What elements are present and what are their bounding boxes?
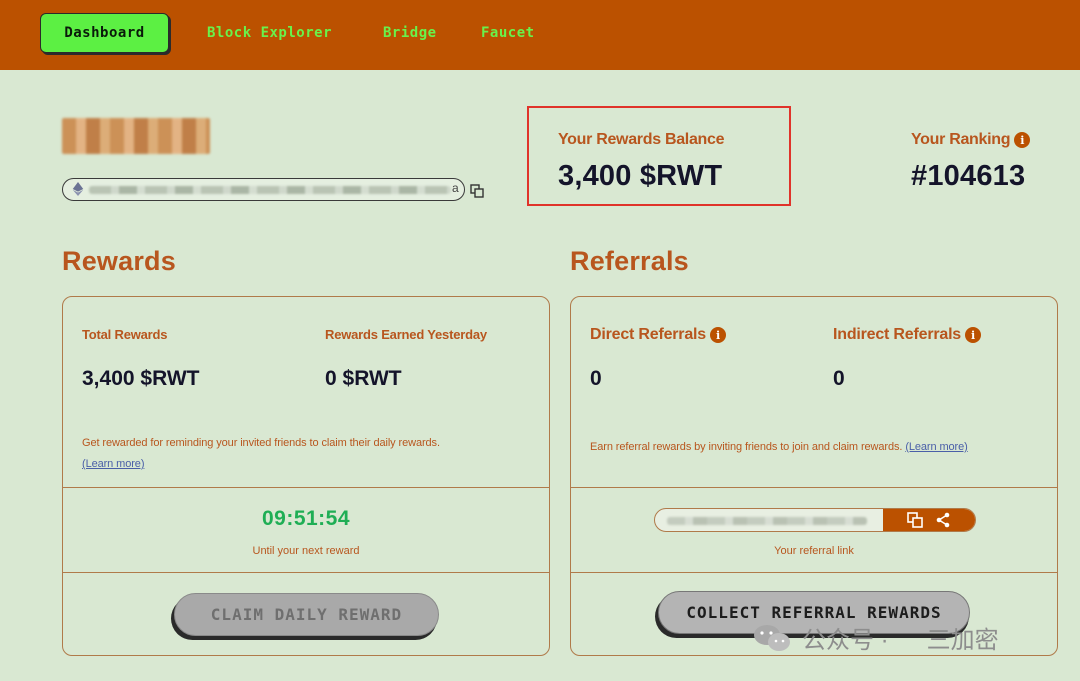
rewards-learn-more-link[interactable]: (Learn more) [82,458,144,470]
ethereum-icon [72,182,84,196]
direct-referrals-label-group: Direct Referrals i [590,326,726,344]
wallet-address-pill: a [62,178,465,201]
wechat-watermark: 公众号 · 三加密 [752,620,999,655]
total-rewards-value: 3,400 $RWT [82,367,200,390]
copy-icon[interactable] [907,512,923,528]
referrals-description-line: Earn referral rewards by inviting friend… [590,441,968,453]
rewards-section-title: Rewards [62,246,176,276]
wallet-address-blurred [89,186,451,194]
rewards-balance-value: 3,400 $RWT [558,160,723,192]
direct-referrals-label: Direct Referrals [590,326,706,343]
ranking-label: Your Ranking [911,131,1011,148]
divider [571,572,1057,573]
claim-daily-reward-button[interactable]: CLAIM DAILY REWARD [174,593,439,636]
nav-faucet-link[interactable]: Faucet [481,13,535,53]
referral-link-caption: Your referral link [774,545,854,557]
wechat-icon [754,624,790,651]
referrals-section-title: Referrals [570,246,689,276]
referral-link-blurred [667,517,867,525]
info-icon[interactable]: i [965,327,982,343]
info-icon[interactable]: i [1014,132,1031,148]
rewards-description: Get rewarded for reminding your invited … [82,437,440,449]
wallet-address-tail: a [452,181,459,195]
top-nav-bar: Dashboard Block Explorer Bridge Faucet [0,0,1080,70]
rewards-panel: Total Rewards 3,400 $RWT Rewards Earned … [62,296,550,656]
divider [63,572,549,573]
referrals-panel: Direct Referrals i 0 Indirect Referrals … [570,296,1058,656]
direct-referrals-value: 0 [590,367,602,390]
watermark-text-right: 三加密 [926,627,999,654]
referral-link-actions [883,509,975,531]
copy-address-icon[interactable] [470,184,484,198]
timer-caption: Until your next reward [252,545,360,557]
info-icon[interactable]: i [709,327,726,343]
referrals-learn-more-link[interactable]: (Learn more) [905,441,967,453]
indirect-referrals-value: 0 [833,367,845,390]
referral-link-field[interactable] [654,508,976,532]
indirect-referrals-label: Indirect Referrals [833,326,962,343]
nav-bridge-link[interactable]: Bridge [383,13,437,53]
rewards-balance-label: Your Rewards Balance [558,131,725,148]
nav-block-explorer-link[interactable]: Block Explorer [207,13,332,53]
username-blurred [62,118,210,154]
ranking-label-group: Your Ranking i [911,131,1031,149]
rewards-yesterday-value: 0 $RWT [325,367,402,390]
rewards-yesterday-label: Rewards Earned Yesterday [325,327,487,342]
reward-countdown-timer: 09:51:54 [261,507,351,530]
ranking-value: #104613 [911,160,1026,192]
watermark-text-left: 公众号 · [802,627,889,654]
share-icon[interactable] [935,512,951,528]
referrals-description: Earn referral rewards by inviting friend… [590,441,903,453]
total-rewards-label: Total Rewards [82,327,168,342]
indirect-referrals-label-group: Indirect Referrals i [833,326,982,344]
divider [571,487,1057,488]
divider [63,487,549,488]
nav-dashboard-button[interactable]: Dashboard [40,13,169,53]
